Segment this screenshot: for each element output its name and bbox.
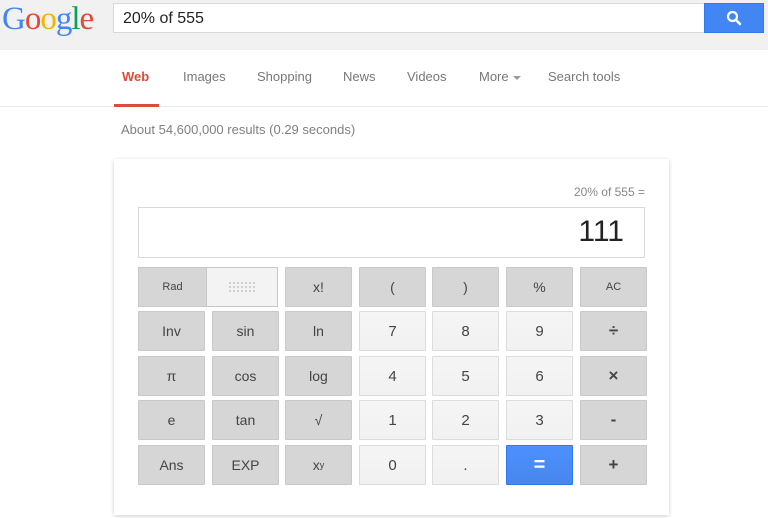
search-icon [726,10,742,26]
digit-2-button[interactable]: 2 [432,400,499,440]
power-exponent: y [319,460,325,470]
logo-letter: o [40,1,56,37]
logo-letter: e [79,1,95,37]
tab-more[interactable]: More [479,69,521,84]
tan-button[interactable]: tan [212,400,279,440]
search-input[interactable]: 20% of 555 [113,3,704,33]
log-button[interactable]: log [285,356,352,396]
calculator-card: 20% of 555 = 111 Rad x! ( ) % AC Inv sin… [114,159,669,515]
multiply-button[interactable]: × [580,356,647,396]
calculator-result: 111 [578,215,624,248]
open-paren-button[interactable]: ( [359,267,426,307]
calculator-expression: 20% of 555 = [573,185,645,199]
plus-button[interactable]: + [580,445,647,485]
chevron-down-icon [512,75,521,80]
tab-shopping[interactable]: Shopping [257,69,312,84]
factorial-button[interactable]: x! [285,267,352,307]
search-button[interactable] [704,3,764,33]
pi-button[interactable]: π [138,356,205,396]
equals-button[interactable]: = [506,445,573,485]
logo-letter: G [2,1,26,37]
percent-button[interactable]: % [506,267,573,307]
digit-8-button[interactable]: 8 [432,311,499,351]
angle-mode-toggle[interactable]: Rad [138,267,278,307]
all-clear-button[interactable]: AC [580,267,647,307]
search-tools-button[interactable]: Search tools [548,69,620,84]
exp-button[interactable]: EXP [212,445,279,485]
power-base: x [312,457,320,473]
deg-button[interactable] [207,268,277,306]
close-paren-button[interactable]: ) [432,267,499,307]
deg-placeholder-dots [229,282,255,292]
digit-7-button[interactable]: 7 [359,311,426,351]
logo-letter: l [71,1,80,37]
euler-button[interactable]: e [138,400,205,440]
search-nav: Web Images Shopping News Videos More Sea… [0,50,768,107]
tab-videos[interactable]: Videos [407,69,447,84]
digit-5-button[interactable]: 5 [432,356,499,396]
decimal-point-button[interactable]: . [432,445,499,485]
calculator-display: 111 [138,207,645,258]
digit-9-button[interactable]: 9 [506,311,573,351]
logo-letter: g [55,1,72,37]
top-bar: Google 20% of 555 [0,0,768,50]
google-logo[interactable]: Google [2,1,95,37]
result-stats: About 54,600,000 results (0.29 seconds) [121,122,356,137]
tab-more-label: More [479,69,509,84]
sqrt-button[interactable]: √ [285,400,352,440]
active-tab-indicator [114,104,159,107]
digit-3-button[interactable]: 3 [506,400,573,440]
ln-button[interactable]: ln [285,311,352,351]
sin-button[interactable]: sin [212,311,279,351]
inverse-button[interactable]: Inv [138,311,205,351]
minus-button[interactable]: - [580,400,647,440]
digit-4-button[interactable]: 4 [359,356,426,396]
logo-letter: o [24,1,41,37]
rad-button[interactable]: Rad [139,268,207,306]
digit-6-button[interactable]: 6 [506,356,573,396]
divide-button[interactable]: ÷ [580,311,647,351]
tab-news[interactable]: News [343,69,376,84]
digit-1-button[interactable]: 1 [359,400,426,440]
ans-button[interactable]: Ans [138,445,205,485]
cos-button[interactable]: cos [212,356,279,396]
digit-0-button[interactable]: 0 [359,445,426,485]
tab-web[interactable]: Web [122,69,149,84]
power-button[interactable]: xy [285,445,352,485]
tab-images[interactable]: Images [183,69,226,84]
